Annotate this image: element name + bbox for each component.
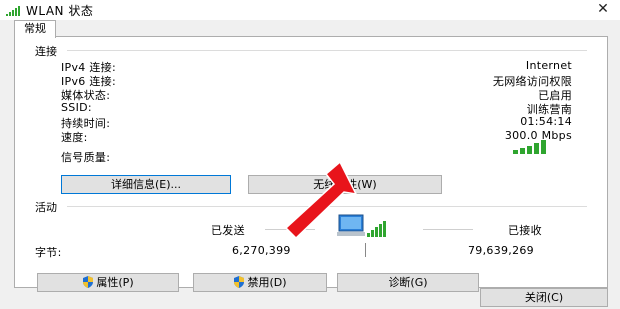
wifi-signal-icon — [6, 6, 20, 16]
signal-quality-label: 信号质量: — [61, 151, 111, 164]
ipv4-value: Internet — [525, 59, 572, 72]
received-label: 已接收 — [508, 224, 542, 237]
speed-label: 速度: — [61, 131, 88, 144]
bytes-sent-value: 6,270,399 — [232, 244, 291, 257]
tab-strip: 常规 — [0, 20, 620, 38]
connection-group-label: 连接 — [35, 45, 57, 58]
window-title: WLAN 状态 — [26, 4, 94, 18]
disable-button-label: 禁用(D) — [247, 276, 287, 289]
uac-shield-icon — [83, 276, 94, 288]
tab-general[interactable]: 常规 — [14, 20, 56, 38]
title-bar: WLAN 状态 ✕ — [0, 0, 620, 20]
details-button[interactable]: 详细信息(E)... — [61, 175, 231, 194]
bytes-label: 字节: — [35, 246, 62, 259]
signal-strength-icon — [513, 140, 546, 154]
activity-center-divider — [365, 243, 366, 257]
annotation-arrow-icon — [284, 160, 358, 240]
activity-group-label: 活动 — [35, 201, 57, 214]
properties-button-label: 属性(P) — [96, 276, 134, 289]
connection-group-divider — [67, 50, 587, 51]
uac-shield-icon — [234, 276, 245, 288]
close-window-icon[interactable]: ✕ — [590, 0, 616, 18]
duration-value: 01:54:14 — [520, 115, 572, 128]
ssid-label: SSID: — [61, 101, 92, 114]
disable-button[interactable]: 禁用(D) — [193, 273, 327, 292]
diagnose-button[interactable]: 诊断(G) — [337, 273, 479, 292]
properties-button[interactable]: 属性(P) — [37, 273, 179, 292]
received-divider — [423, 229, 473, 230]
sent-label: 已发送 — [211, 224, 245, 237]
close-button[interactable]: 关闭(C) — [480, 288, 608, 307]
bytes-received-value: 79,639,269 — [468, 244, 534, 257]
